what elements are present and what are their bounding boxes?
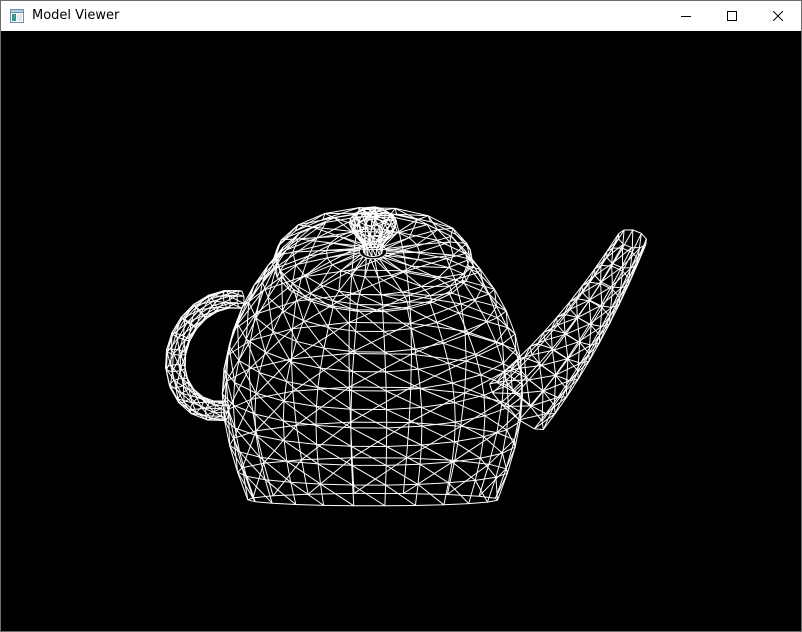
body-diagonal [386,409,423,427]
maximize-button[interactable] [709,1,755,31]
body-diagonal [454,441,481,459]
spout-seam [529,233,642,407]
body-diagonal [320,483,355,507]
body-diagonal [327,327,355,353]
spout-diagonal [556,308,571,319]
spout-diagonal [588,325,592,354]
body-diagonal [406,258,447,272]
maximize-icon [727,11,737,21]
spout-diagonal [576,317,581,343]
body-diagonal [352,371,387,392]
body-diagonal [353,351,386,373]
body-diagonal [506,429,516,448]
lid-diagonal [338,270,342,292]
body-diagonal [448,362,481,376]
spout-diagonal [505,379,529,382]
lid-diagonal [377,276,403,293]
minimize-icon [681,16,691,17]
wireframe-mesh [165,206,647,507]
body-meridian [350,309,359,506]
body-diagonal [414,348,449,364]
body-ring [223,321,522,411]
body-diagonal [353,457,407,494]
body-diagonal [351,390,387,411]
body-diagonal [475,353,504,365]
spout-diagonal [543,324,558,333]
close-icon [773,11,783,21]
title-bar[interactable]: Model Viewer [1,1,801,31]
window-app-icon[interactable] [9,8,25,24]
body-diagonal [386,446,421,465]
spout-diagonal [541,390,544,422]
body-diagonal [443,342,476,355]
body-ring [229,421,516,466]
body-diagonal [505,446,516,469]
lid-diagonal [455,234,468,244]
lid-diagonal [390,274,422,287]
spout-diagonal [518,365,542,369]
spout-diagonal [576,298,578,318]
lid-diagonal [386,251,420,254]
spout-diagonal [577,342,581,372]
body-diagonal [421,406,456,423]
body-diagonal [460,293,490,305]
lid-meridian [374,258,384,312]
body-diagonal [467,333,497,343]
handle-seam [184,307,243,406]
teapot-wireframe [165,206,647,507]
body-diagonal [355,330,386,353]
spout-diagonal [503,405,532,407]
spout-diagonal [492,392,517,395]
lid-diagonal [357,304,384,313]
body-diagonal [296,386,350,426]
minimize-button[interactable] [663,1,709,31]
lid-diagonal [281,226,313,241]
body-diagonal [272,330,292,362]
body-diagonal [411,330,466,355]
body-diagonal [495,341,516,351]
app-window: Model Viewer [0,0,802,632]
body-diagonal [488,289,495,295]
window-title: Model Viewer [32,8,120,23]
body-diagonal [350,445,387,466]
body-diagonal [382,309,412,330]
spout-diagonal [600,283,603,308]
lid-diagonal [402,271,438,279]
lid-diagonal [378,257,403,273]
lid-diagonal [407,301,433,303]
body-diagonal [292,353,350,392]
body-diagonal [465,343,503,362]
spout-diagonal [588,300,592,326]
body-diagonal [477,269,481,273]
body-diagonal [484,415,508,431]
body-diagonal [352,484,386,507]
body-diagonal [315,424,352,447]
render-viewport[interactable] [1,31,801,631]
body-diagonal [350,427,387,447]
body-diagonal [263,424,297,464]
body-diagonal [474,480,488,503]
close-button[interactable] [755,1,801,31]
body-diagonal [451,461,476,481]
body-diagonal [301,421,351,461]
spout-diagonal [516,390,544,395]
handle-ring [236,290,245,309]
spout-diagonal [563,314,566,334]
body-diagonal [316,406,352,429]
knob-diagonal [370,216,373,227]
body-diagonal [237,323,240,361]
spout-seam [518,247,632,421]
spout-diagonal [631,229,634,253]
body-diagonal [386,427,422,446]
body-diagonal [411,328,444,344]
lid-diagonal [449,228,454,243]
body-diagonal [454,402,486,417]
body-diagonal [320,367,352,392]
lid-diagonal [351,274,361,295]
lid-diagonal [359,293,383,306]
